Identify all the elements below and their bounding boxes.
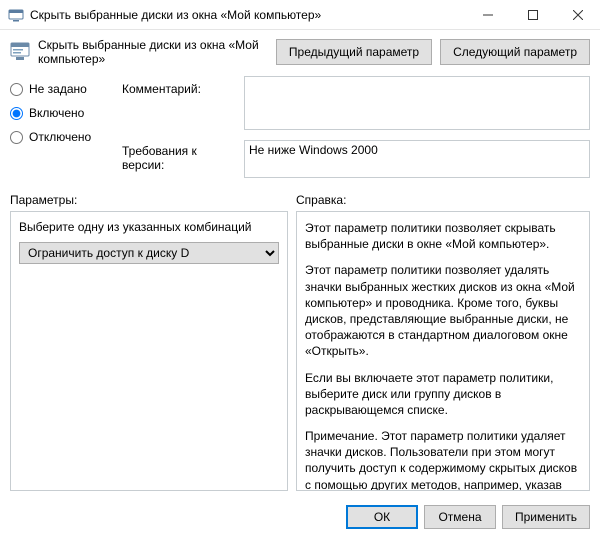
radio-enabled-label: Включено [29, 106, 84, 120]
state-radios: Не задано Включено Отключено [10, 76, 118, 181]
radio-disabled-label: Отключено [29, 130, 91, 144]
radio-not-configured-label: Не задано [29, 82, 87, 96]
radio-enabled-input[interactable] [10, 107, 23, 120]
footer: ОК Отмена Применить [0, 497, 600, 539]
radio-not-configured[interactable]: Не задано [10, 82, 118, 96]
requirements-text[interactable] [244, 140, 590, 178]
options-label: Параметры: [10, 193, 288, 207]
policy-title: Скрыть выбранные диски из окна «Мой комп… [38, 38, 268, 66]
header-row: Скрыть выбранные диски из окна «Мой комп… [0, 30, 600, 76]
comment-label: Комментарий: [122, 76, 240, 130]
help-panel[interactable]: Этот параметр политики позволяет скрыват… [296, 211, 590, 491]
help-paragraph: Примечание. Этот параметр политики удаля… [305, 428, 581, 491]
radio-disabled-input[interactable] [10, 131, 23, 144]
help-paragraph: Если вы включаете этот параметр политики… [305, 370, 581, 419]
window-title: Скрыть выбранные диски из окна «Мой комп… [30, 8, 465, 22]
combo-label: Выберите одну из указанных комбинаций [19, 220, 279, 234]
close-button[interactable] [555, 0, 600, 29]
app-icon [8, 7, 24, 23]
radio-enabled[interactable]: Включено [10, 106, 118, 120]
radio-disabled[interactable]: Отключено [10, 130, 118, 144]
policy-icon [10, 42, 30, 62]
help-paragraph: Этот параметр политики позволяет скрыват… [305, 220, 581, 252]
comment-input[interactable] [244, 76, 590, 130]
minimize-button[interactable] [465, 0, 510, 29]
cancel-button[interactable]: Отмена [424, 505, 496, 529]
panels: Выберите одну из указанных комбинаций Ог… [10, 211, 590, 491]
previous-setting-button[interactable]: Предыдущий параметр [276, 39, 432, 65]
apply-button[interactable]: Применить [502, 505, 590, 529]
options-panel: Выберите одну из указанных комбинаций Ог… [10, 211, 288, 491]
drive-combo[interactable]: Ограничить доступ к диску D [19, 242, 279, 264]
titlebar: Скрыть выбранные диски из окна «Мой комп… [0, 0, 600, 30]
upper-grid: Не задано Включено Отключено Комментарий… [10, 76, 590, 181]
help-paragraph: Этот параметр политики позволяет удалять… [305, 262, 581, 359]
radio-not-configured-input[interactable] [10, 83, 23, 96]
maximize-button[interactable] [510, 0, 555, 29]
section-labels: Параметры: Справка: [10, 193, 590, 207]
window-buttons [465, 0, 600, 29]
help-label: Справка: [288, 193, 590, 207]
requirements-label: Требования к версии: [122, 130, 240, 181]
ok-button[interactable]: ОК [346, 505, 418, 529]
next-setting-button[interactable]: Следующий параметр [440, 39, 590, 65]
